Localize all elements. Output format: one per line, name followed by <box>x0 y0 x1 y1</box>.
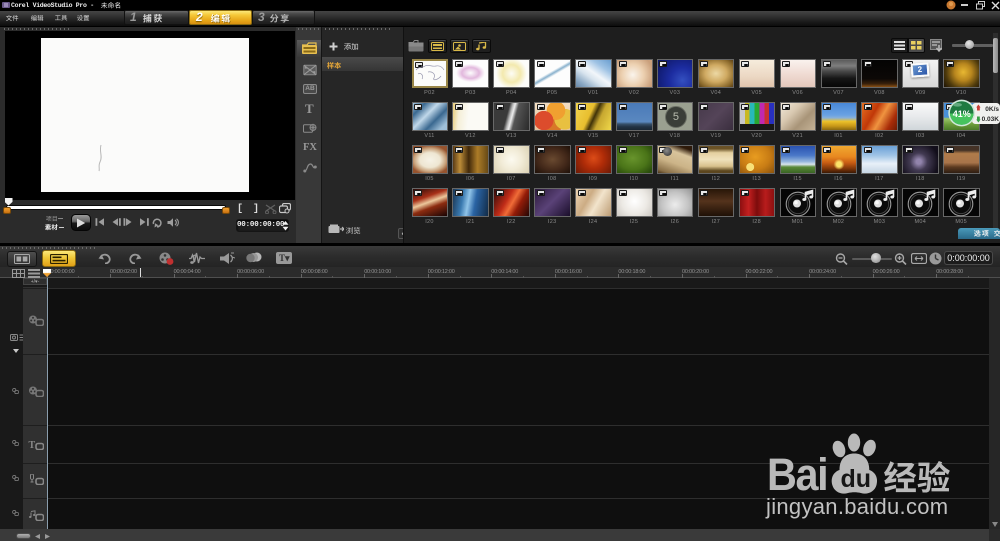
svg-text:du: du <box>841 465 872 493</box>
svg-text:T: T <box>29 440 36 450</box>
svg-text:0.03K: 0.03K <box>982 116 1000 123</box>
svg-text:0K/s: 0K/s <box>985 106 999 113</box>
svg-text:41%: 41% <box>953 109 971 119</box>
